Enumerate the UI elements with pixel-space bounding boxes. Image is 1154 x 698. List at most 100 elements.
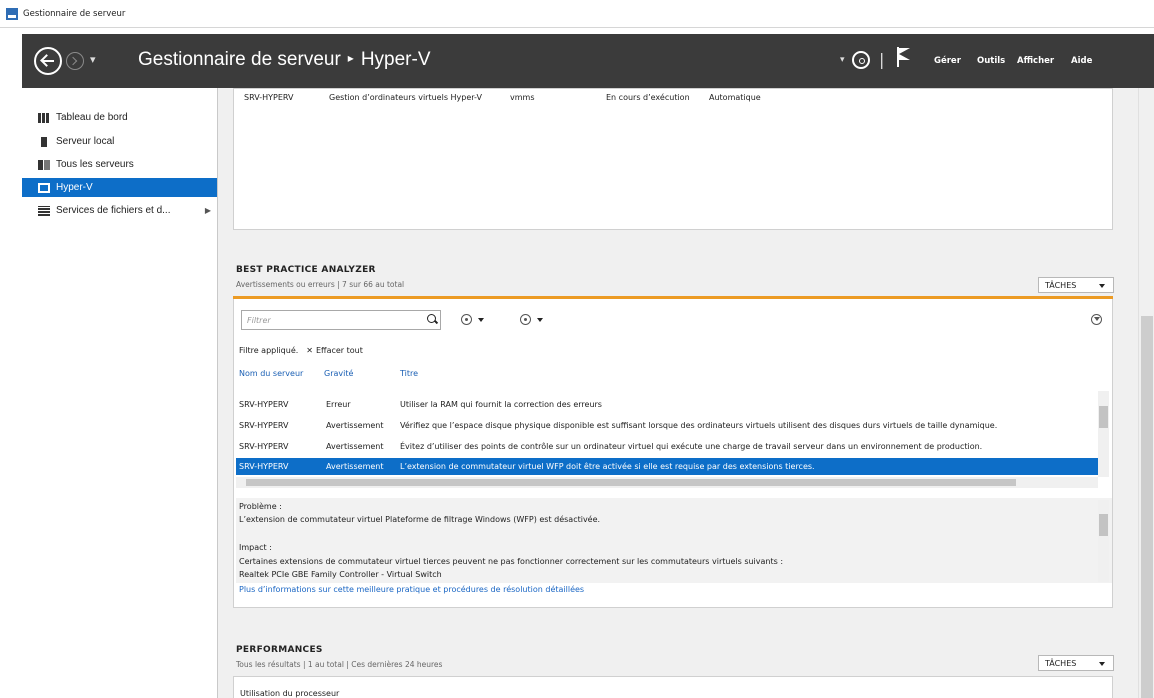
file-services-icon (38, 205, 50, 216)
problem-text: L’extension de commutateur virtuel Plate… (239, 515, 601, 524)
bpa-subtitle: Avertissements ou erreurs | 7 sur 66 au … (236, 280, 405, 289)
header-divider: | (879, 50, 885, 69)
breadcrumb: Gestionnaire de serveur ▸ Hyper-V (138, 49, 431, 71)
service-server[interactable]: SRV-HYPERV (244, 93, 293, 102)
service-name[interactable]: vmms (510, 93, 535, 102)
filter-applied-label: Filtre appliqué. (239, 346, 299, 355)
row-severity: Avertissement (326, 421, 384, 430)
performance-panel: Utilisation du processeur (233, 676, 1113, 698)
performance-subtitle: Tous les résultats | 1 au total | Ces de… (236, 660, 443, 669)
sidebar-item-dashboard[interactable]: Tableau de bord (22, 108, 217, 127)
table-row-selected[interactable]: SRV-HYPERV Avertissement L’extension de … (236, 458, 1100, 475)
table-row[interactable]: SRV-HYPERV Erreur Utiliser la RAM qui fo… (236, 396, 1100, 413)
impact-text: Certaines extensions de commutateur virt… (239, 557, 784, 566)
menu-help[interactable]: Aide (1071, 56, 1092, 66)
impact-label: Impact : (239, 543, 272, 552)
column-header-title[interactable]: Titre (400, 369, 418, 378)
forward-arrow-icon[interactable] (66, 52, 84, 70)
breadcrumb-separator-icon: ▸ (347, 51, 354, 65)
sidebar: Tableau de bord Serveur local Tous les s… (22, 88, 218, 698)
chevron-down-icon (1099, 662, 1105, 666)
column-header-severity[interactable]: Gravité (324, 369, 353, 378)
sidebar-item-label: Serveur local (56, 136, 115, 147)
row-server: SRV-HYPERV (239, 421, 289, 430)
table-row[interactable]: SRV-HYPERV Avertissement Vérifiez que l’… (236, 417, 1100, 434)
row-title: L’extension de commutateur virtuel WFP d… (400, 462, 815, 471)
breadcrumb-app: Gestionnaire de serveur (138, 49, 341, 70)
server-manager-app-icon (6, 7, 18, 20)
menu-manage[interactable]: Gérer (934, 56, 961, 66)
tasks-label: TÂCHES (1045, 281, 1077, 290)
details-vertical-scrollbar[interactable] (1098, 500, 1109, 582)
filter-status: Filtre appliqué. ✕ Effacer tout (239, 346, 363, 355)
results-horizontal-scrollbar[interactable] (236, 477, 1098, 488)
bpa-tasks-button[interactable]: TÂCHES (1038, 277, 1114, 293)
back-arrow-icon[interactable] (34, 47, 62, 75)
performance-first-row[interactable]: Utilisation du processeur (240, 689, 339, 698)
window-title: Gestionnaire de serveur (23, 8, 126, 19)
sidebar-item-label: Hyper-V (56, 182, 93, 193)
main-vertical-scrollbar[interactable] (1138, 88, 1154, 698)
row-server: SRV-HYPERV (239, 462, 289, 471)
bpa-title: BEST PRACTICE ANALYZER (236, 265, 376, 275)
chevron-down-icon[interactable] (537, 318, 543, 322)
servers-icon (38, 159, 50, 170)
sidebar-item-file-services[interactable]: Services de fichiers et d... ▶ (22, 201, 217, 220)
refresh-dropdown-icon[interactable]: ▾ (840, 55, 845, 65)
more-info-link[interactable]: Plus d’informations sur cette meilleure … (239, 585, 584, 594)
row-title: Vérifiez que l’espace disque physique di… (400, 421, 998, 430)
notifications-flag-icon[interactable] (897, 47, 911, 67)
bpa-accent-bar (233, 296, 1113, 299)
row-severity: Erreur (326, 400, 351, 409)
row-server: SRV-HYPERV (239, 400, 289, 409)
performance-tasks-button[interactable]: TÂCHES (1038, 655, 1114, 671)
sidebar-item-all-servers[interactable]: Tous les serveurs (22, 155, 217, 174)
row-title: Utiliser la RAM qui fournit la correctio… (400, 400, 602, 409)
sidebar-item-label: Tous les serveurs (56, 159, 134, 170)
main-content: SRV-HYPERV Gestion d’ordinateurs virtuel… (218, 88, 1138, 698)
details-vertical-scroll-thumb[interactable] (1099, 514, 1108, 536)
search-icon[interactable] (427, 314, 436, 323)
results-vertical-scrollbar[interactable] (1098, 391, 1109, 477)
hyperv-icon (38, 182, 50, 193)
menu-tools[interactable]: Outils (977, 56, 1005, 66)
clear-icon[interactable]: ✕ (306, 346, 313, 355)
expand-arrow-icon[interactable]: ▶ (205, 206, 211, 215)
table-row[interactable]: SRV-HYPERV Avertissement Évitez d’utilis… (236, 438, 1100, 455)
breadcrumb-location: Hyper-V (360, 49, 431, 70)
row-title: Évitez d’utiliser des points de contrôle… (400, 442, 983, 451)
sidebar-item-local-server[interactable]: Serveur local (22, 132, 217, 151)
column-header-server[interactable]: Nom du serveur (239, 369, 303, 378)
dashboard-icon (38, 112, 50, 123)
filter-placeholder: Filtrer (247, 316, 271, 325)
sidebar-item-label: Services de fichiers et d... (56, 205, 171, 216)
collapse-panel-icon[interactable] (1091, 314, 1102, 325)
save-query-icon[interactable] (520, 314, 531, 325)
history-dropdown-icon[interactable]: ▾ (90, 53, 96, 66)
services-panel: SRV-HYPERV Gestion d’ordinateurs virtuel… (233, 88, 1113, 230)
query-options-icon[interactable] (461, 314, 472, 325)
menu-view[interactable]: Afficher (1017, 56, 1054, 66)
row-severity: Avertissement (326, 462, 384, 471)
sidebar-item-label: Tableau de bord (56, 112, 128, 123)
results-vertical-scroll-thumb[interactable] (1099, 406, 1108, 428)
results-horizontal-scroll-thumb[interactable] (246, 479, 1016, 486)
row-severity: Avertissement (326, 442, 384, 451)
window-titlebar: Gestionnaire de serveur (0, 0, 1154, 28)
clear-all-link[interactable]: Effacer tout (316, 346, 363, 355)
chevron-down-icon[interactable] (478, 318, 484, 322)
filter-input[interactable]: Filtrer (241, 310, 441, 330)
sidebar-item-hyperv[interactable]: Hyper-V (22, 178, 217, 197)
chevron-down-icon (1099, 284, 1105, 288)
tasks-label: TÂCHES (1045, 659, 1077, 668)
refresh-icon[interactable] (852, 51, 870, 69)
app-header: ▾ Gestionnaire de serveur ▸ Hyper-V ▾ | Gé… (22, 34, 1154, 88)
server-icon (41, 136, 47, 147)
row-server: SRV-HYPERV (239, 442, 289, 451)
main-vertical-scroll-thumb[interactable] (1141, 316, 1153, 698)
service-start-type[interactable]: Automatique (709, 93, 761, 102)
service-status[interactable]: En cours d’exécution (606, 93, 690, 102)
problem-label: Problème : (239, 502, 282, 511)
performance-title: PERFORMANCES (236, 645, 323, 655)
service-display-name[interactable]: Gestion d’ordinateurs virtuels Hyper-V (329, 93, 482, 102)
